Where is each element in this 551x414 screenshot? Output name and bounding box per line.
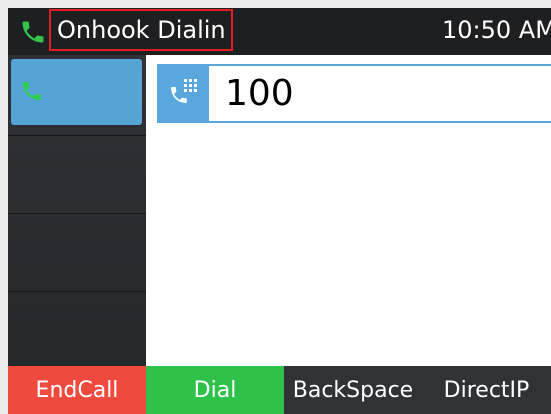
backspace-button[interactable]: BackSpace (284, 366, 422, 414)
direct-ip-button[interactable]: DirectIP (422, 366, 551, 414)
line-tab-active[interactable] (11, 59, 142, 125)
dialpad-phone-icon (159, 66, 209, 121)
phone-icon (22, 21, 44, 43)
divider (8, 213, 146, 214)
softkey-bar: EndCall Dial BackSpace DirectIP (8, 366, 551, 414)
dial-button[interactable]: Dial (146, 366, 284, 414)
divider (8, 291, 146, 292)
phone-screen: Onhook Dialin 10:50 AM 100 EndCall Dial … (8, 8, 551, 414)
line-sidebar (8, 55, 146, 366)
dial-area: 100 (146, 55, 551, 366)
phone-icon (23, 82, 41, 100)
end-call-button[interactable]: EndCall (8, 366, 146, 414)
dial-input[interactable]: 100 (157, 64, 551, 123)
status-bar: Onhook Dialin 10:50 AM (8, 8, 551, 55)
dialed-number: 100 (225, 73, 294, 114)
title-highlight-box (49, 9, 233, 51)
status-time: 10:50 AM (442, 16, 551, 44)
divider (8, 135, 146, 136)
